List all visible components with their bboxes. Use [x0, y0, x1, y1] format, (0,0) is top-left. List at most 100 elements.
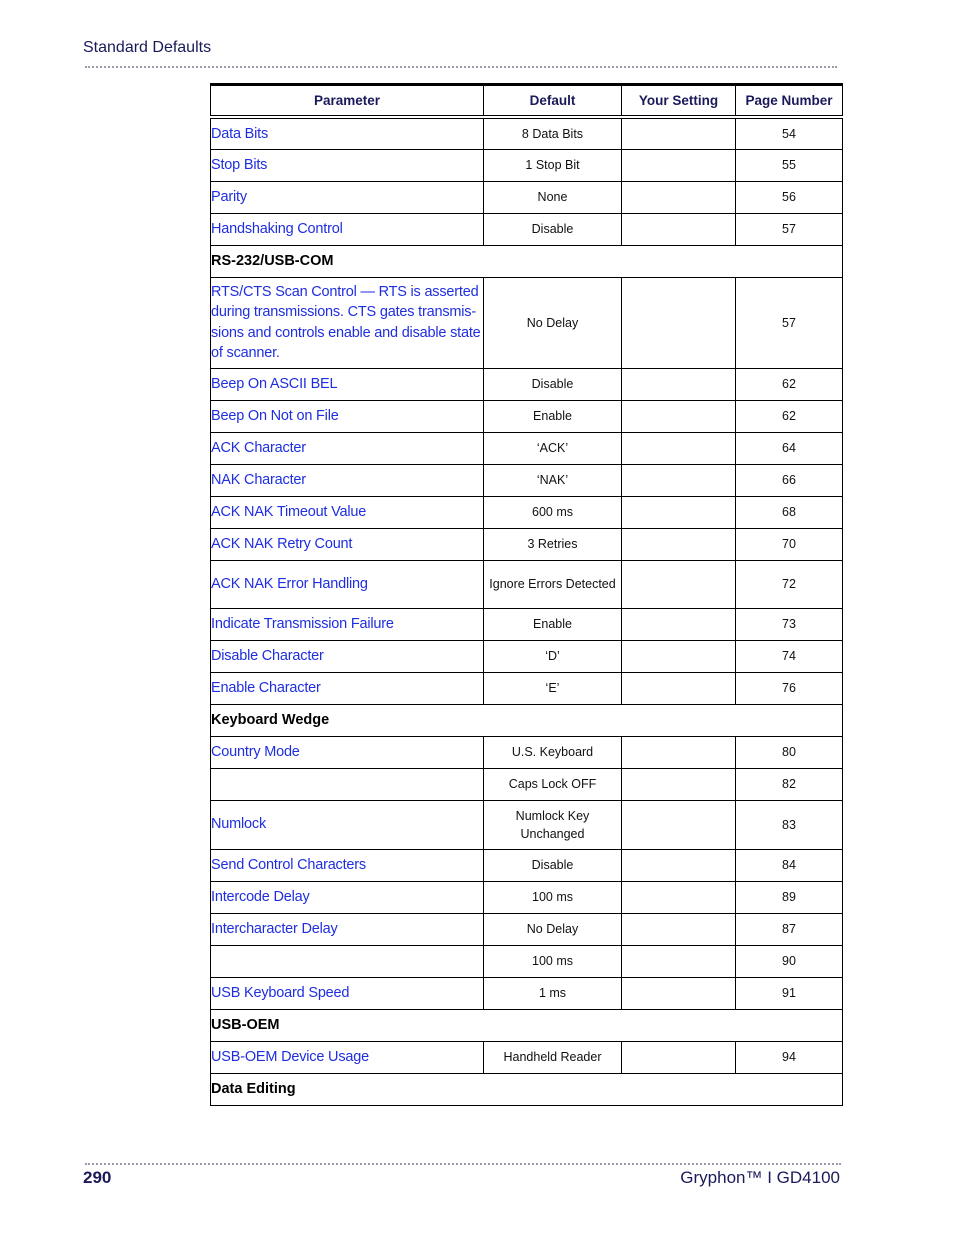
your-setting-cell[interactable]	[621, 559, 736, 609]
parameter-link[interactable]: Handshaking Control	[210, 212, 484, 246]
parameter-link[interactable]: Country Mode	[210, 735, 484, 769]
page-number-cell: 62	[735, 367, 843, 401]
default-value: No Delay	[483, 912, 622, 946]
table-row: Beep On ASCII BEL Disable 62	[210, 367, 843, 401]
default-value: 1 ms	[483, 976, 622, 1010]
page-number-cell: 64	[735, 431, 843, 465]
table-row: ACK NAK Retry Count 3 Retries 70	[210, 527, 843, 561]
your-setting-cell[interactable]	[621, 463, 736, 497]
your-setting-cell[interactable]	[621, 116, 736, 150]
your-setting-cell[interactable]	[621, 944, 736, 978]
page-number-cell: 94	[735, 1040, 843, 1074]
default-value: Disable	[483, 367, 622, 401]
footer-divider	[85, 1163, 841, 1165]
table-row: ACK NAK Timeout Value 600 ms 68	[210, 495, 843, 529]
page-number-cell: 83	[735, 799, 843, 850]
parameter-link[interactable]: Beep On ASCII BEL	[210, 367, 484, 401]
your-setting-cell[interactable]	[621, 799, 736, 850]
table-row: RTS/CTS Scan Control — RTS is asserted d…	[210, 276, 843, 369]
table-row: ACK NAK Error Handling Ignore Errors Dete…	[210, 559, 843, 609]
parameter-link[interactable]: Intercode Delay	[210, 880, 484, 914]
standard-defaults-table: Parameter Default Your Setting Page Numb…	[210, 83, 843, 1106]
parameter-link[interactable]: USB-OEM Device Usage	[210, 1040, 484, 1074]
default-value: Caps Lock OFF	[483, 767, 622, 801]
table-row: Stop Bits 1 Stop Bit 55	[210, 148, 843, 182]
table-header-row: Parameter Default Your Setting Page Numb…	[210, 83, 843, 119]
default-value: 3 Retries	[483, 527, 622, 561]
parameter-link[interactable]: Beep On Not on File	[210, 399, 484, 433]
section-heading: Keyboard Wedge	[210, 703, 843, 737]
your-setting-cell[interactable]	[621, 148, 736, 182]
default-value: 100 ms	[483, 880, 622, 914]
default-value: No Delay	[483, 276, 622, 369]
your-setting-cell[interactable]	[621, 639, 736, 673]
default-value: Handheld Reader	[483, 1040, 622, 1074]
table-row: Indicate Transmission Failure Enable 73	[210, 607, 843, 641]
parameter-link[interactable]: Disable Character	[210, 639, 484, 673]
column-header-parameter: Parameter	[210, 83, 484, 119]
default-value: Disable	[483, 848, 622, 882]
your-setting-cell[interactable]	[621, 212, 736, 246]
parameter-link[interactable]: Numlock	[210, 799, 484, 850]
your-setting-cell[interactable]	[621, 495, 736, 529]
page-number-cell: 55	[735, 148, 843, 182]
page-number-cell: 87	[735, 912, 843, 946]
your-setting-cell[interactable]	[621, 671, 736, 705]
page-number-cell: 80	[735, 735, 843, 769]
parameter-link[interactable]: Indicate Transmission Failure	[210, 607, 484, 641]
section-row: RS-232/USB-COM	[210, 244, 843, 278]
your-setting-cell[interactable]	[621, 880, 736, 914]
header-divider	[85, 66, 837, 68]
your-setting-cell[interactable]	[621, 607, 736, 641]
page-number-cell: 90	[735, 944, 843, 978]
table-row: USB-OEM Device Usage Handheld Reader 94	[210, 1040, 843, 1074]
parameter-link[interactable]: Send Control Characters	[210, 848, 484, 882]
your-setting-cell[interactable]	[621, 276, 736, 369]
table-row: Enable Character ‘E’ 76	[210, 671, 843, 705]
page-number-cell: 84	[735, 848, 843, 882]
parameter-link[interactable]: Stop Bits	[210, 148, 484, 182]
default-value: Disable	[483, 212, 622, 246]
parameter-link[interactable]: Intercharacter Delay	[210, 912, 484, 946]
your-setting-cell[interactable]	[621, 527, 736, 561]
your-setting-cell[interactable]	[621, 1040, 736, 1074]
your-setting-cell[interactable]	[621, 848, 736, 882]
parameter-link[interactable]: Parity	[210, 180, 484, 214]
page-number-cell: 62	[735, 399, 843, 433]
your-setting-cell[interactable]	[621, 735, 736, 769]
default-value: 1 Stop Bit	[483, 148, 622, 182]
page-number-cell: 82	[735, 767, 843, 801]
your-setting-cell[interactable]	[621, 912, 736, 946]
parameter-link[interactable]: NAK Character	[210, 463, 484, 497]
your-setting-cell[interactable]	[621, 399, 736, 433]
page-number-cell: 70	[735, 527, 843, 561]
page-number-cell: 56	[735, 180, 843, 214]
parameter-link[interactable]: ACK NAK Retry Count	[210, 527, 484, 561]
default-value: 8 Data Bits	[483, 116, 622, 150]
parameter-link[interactable]: Data Bits	[210, 116, 484, 150]
table-row: Intercode Delay 100 ms 89	[210, 880, 843, 914]
parameter-link[interactable]: USB Keyboard Speed	[210, 976, 484, 1010]
parameter-link[interactable]: ACK NAK Timeout Value	[210, 495, 484, 529]
your-setting-cell[interactable]	[621, 976, 736, 1010]
parameter-link	[210, 767, 484, 801]
default-value: ‘D’	[483, 639, 622, 673]
parameter-link[interactable]: ACK NAK Error Handling	[210, 559, 484, 609]
your-setting-cell[interactable]	[621, 431, 736, 465]
table-row: ACK Character ‘ACK’ 64	[210, 431, 843, 465]
product-name: Gryphon™ I GD4100	[680, 1168, 840, 1187]
page-number-cell: 89	[735, 880, 843, 914]
parameter-link[interactable]: RTS/CTS Scan Control — RTS is asserted d…	[210, 276, 484, 369]
table-body: Data Bits 8 Data Bits 54 Stop Bits 1 Stop Bi…	[210, 116, 843, 1106]
your-setting-cell[interactable]	[621, 367, 736, 401]
parameter-link[interactable]: Enable Character	[210, 671, 484, 705]
page-number-cell: 57	[735, 276, 843, 369]
page-number-cell: 57	[735, 212, 843, 246]
default-value: Ignore Errors Detected	[483, 559, 622, 609]
your-setting-cell[interactable]	[621, 180, 736, 214]
default-value: Enable	[483, 607, 622, 641]
section-row: USB-OEM	[210, 1008, 843, 1042]
section-row: Data Editing	[210, 1072, 843, 1106]
parameter-link[interactable]: ACK Character	[210, 431, 484, 465]
your-setting-cell[interactable]	[621, 767, 736, 801]
